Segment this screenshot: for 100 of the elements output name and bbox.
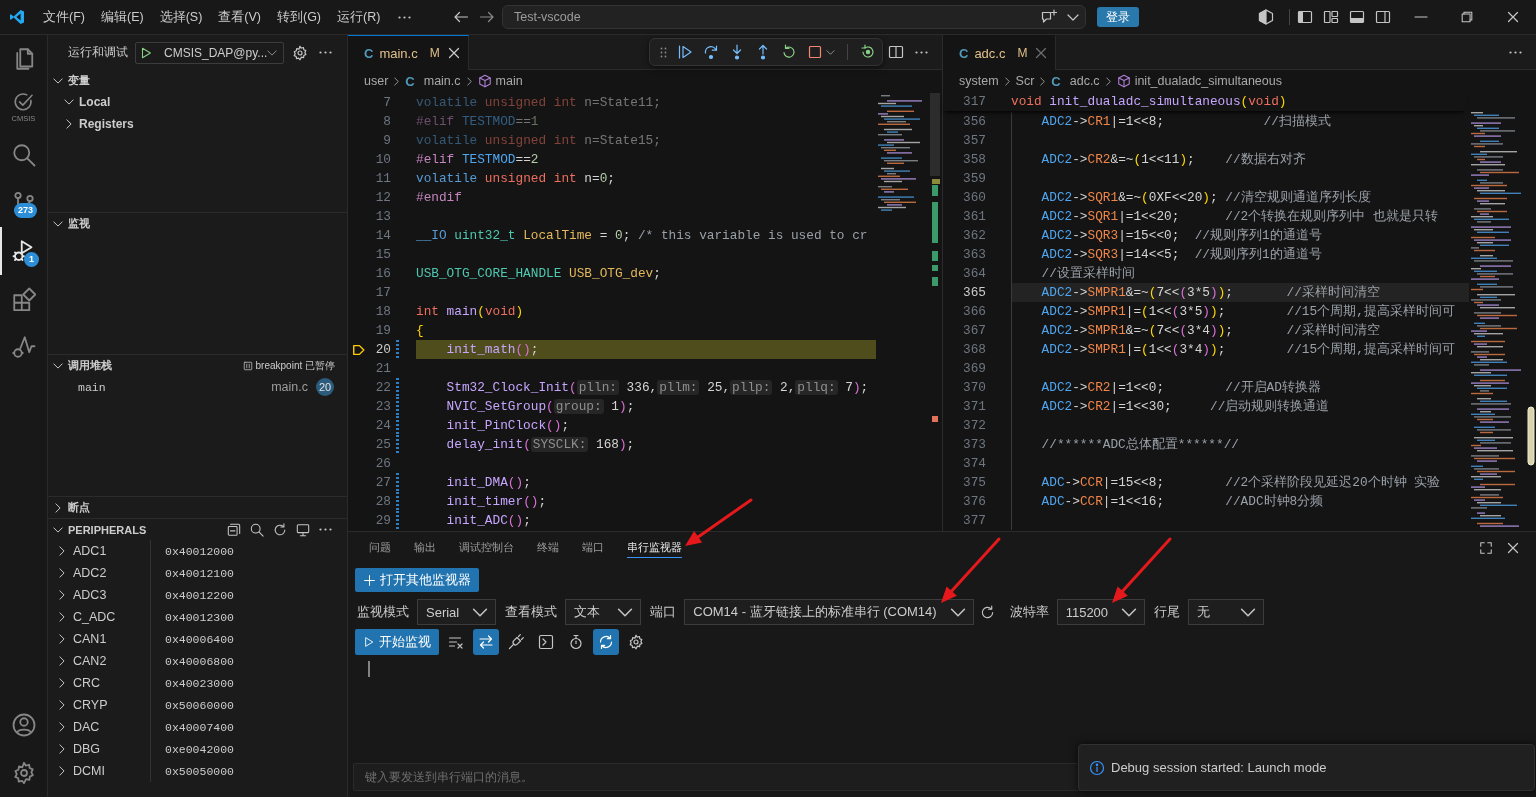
breadcrumb-item[interactable]: C main.c bbox=[405, 73, 461, 89]
command-center[interactable]: Test-vscode bbox=[502, 5, 1086, 29]
peripheral-name[interactable]: CAN1 bbox=[73, 632, 107, 646]
scrollbar-thumb[interactable] bbox=[1526, 406, 1535, 466]
chevron-right-icon[interactable] bbox=[59, 678, 65, 688]
hexagon-icon[interactable] bbox=[1258, 9, 1274, 25]
chevron-down-icon[interactable] bbox=[64, 99, 74, 105]
peripheral-name[interactable]: C_ADC bbox=[73, 610, 116, 624]
settings-icon[interactable] bbox=[11, 761, 36, 785]
collapse-icon[interactable] bbox=[227, 522, 241, 537]
chevron-right-icon[interactable] bbox=[59, 700, 65, 710]
toolbar-button[interactable] bbox=[593, 629, 619, 655]
menu-item[interactable]: 转到(G) bbox=[269, 8, 330, 26]
chevron-right-icon[interactable] bbox=[59, 744, 65, 754]
chevron-down-icon[interactable] bbox=[267, 49, 278, 56]
refresh-icon[interactable] bbox=[979, 604, 995, 620]
dropdown[interactable]: 文本 bbox=[565, 599, 642, 625]
panel-tab[interactable]: 串行监视器 bbox=[626, 538, 682, 558]
chevron-down-icon[interactable] bbox=[1067, 13, 1079, 21]
account-icon[interactable] bbox=[11, 713, 36, 737]
dropdown[interactable]: COM14 - 蓝牙链接上的标准串行 (COM14) bbox=[684, 599, 974, 625]
peripheral-name[interactable]: ADC2 bbox=[73, 566, 107, 580]
search-icon[interactable] bbox=[250, 522, 264, 537]
chat-plus-icon[interactable] bbox=[1041, 9, 1057, 25]
menu-item[interactable]: 查看(V) bbox=[210, 8, 269, 26]
arrow-right-icon[interactable] bbox=[479, 9, 495, 25]
chevron-right-icon[interactable] bbox=[55, 502, 61, 513]
dropdown[interactable]: 无 bbox=[1188, 599, 1265, 625]
peripheral-name[interactable]: DBG bbox=[73, 742, 101, 756]
arrow-left-icon[interactable] bbox=[453, 9, 469, 25]
layout-icon[interactable] bbox=[1323, 9, 1339, 25]
panel-icon[interactable] bbox=[1349, 9, 1365, 25]
more-icon[interactable] bbox=[398, 15, 412, 19]
peripheral-name[interactable]: CRC bbox=[73, 676, 101, 690]
panel-tab[interactable]: 调试控制台 bbox=[458, 538, 514, 558]
editor-tab[interactable]: C adc.c M bbox=[943, 35, 1057, 70]
chevron-right-icon[interactable] bbox=[59, 634, 65, 644]
settings-icon[interactable] bbox=[292, 44, 308, 61]
restart-frame-icon[interactable] bbox=[860, 44, 876, 60]
peripheral-name[interactable]: ADC1 bbox=[73, 544, 107, 558]
more-icon[interactable] bbox=[319, 51, 332, 54]
menu-item[interactable]: 运行(R) bbox=[329, 8, 389, 26]
start-monitoring-button[interactable]: 开始监视 bbox=[355, 629, 439, 655]
sidebar-left-icon[interactable] bbox=[1297, 9, 1313, 25]
chevron-down-icon[interactable] bbox=[53, 526, 63, 533]
chevron-right-icon[interactable] bbox=[59, 612, 65, 622]
section-title[interactable]: 断点 bbox=[68, 500, 90, 515]
chevron-right-icon[interactable] bbox=[59, 656, 65, 666]
peripheral-name[interactable]: DAC bbox=[73, 720, 100, 734]
peripheral-name[interactable]: ADC3 bbox=[73, 588, 107, 602]
section-title[interactable]: 调用堆栈 bbox=[68, 358, 112, 373]
breadcrumb-item[interactable]: C adc.c bbox=[1051, 73, 1100, 89]
stop-icon[interactable] bbox=[807, 44, 823, 60]
pulse-icon[interactable] bbox=[11, 335, 36, 359]
more-icon[interactable] bbox=[319, 528, 332, 531]
login-button[interactable]: 登录 bbox=[1097, 7, 1139, 27]
menu-item[interactable]: 编辑(E) bbox=[92, 8, 152, 26]
toolbar-button[interactable] bbox=[473, 629, 499, 655]
more-icon[interactable] bbox=[915, 50, 928, 54]
variable-scope[interactable]: Local bbox=[79, 95, 111, 109]
step-over-icon[interactable] bbox=[703, 44, 719, 60]
breadcrumb-item[interactable]: system bbox=[959, 74, 999, 88]
section-title[interactable]: 监视 bbox=[68, 216, 90, 231]
refresh-icon[interactable] bbox=[273, 522, 287, 537]
dropdown[interactable]: 115200 bbox=[1056, 599, 1146, 625]
monitor-icon[interactable] bbox=[296, 522, 310, 537]
variable-scope[interactable]: Registers bbox=[79, 117, 134, 131]
breadcrumb-item[interactable]: user bbox=[364, 74, 389, 88]
extensions-icon[interactable] bbox=[11, 287, 36, 311]
close-icon[interactable] bbox=[1505, 9, 1521, 25]
chevron-down-icon[interactable] bbox=[53, 220, 63, 227]
chevron-right-icon[interactable] bbox=[59, 722, 65, 732]
panel-tab[interactable]: 终端 bbox=[536, 538, 559, 558]
drag-handle-icon[interactable] bbox=[660, 46, 667, 58]
chevron-right-icon[interactable] bbox=[59, 766, 65, 776]
open-monitor-button[interactable]: 打开其他监视器 bbox=[355, 568, 479, 592]
breadcrumb-item[interactable]: Scr bbox=[1015, 74, 1035, 88]
close-icon[interactable] bbox=[1505, 540, 1521, 556]
chevron-right-icon[interactable] bbox=[66, 119, 72, 129]
section-title[interactable]: PERIPHERALS bbox=[68, 523, 147, 536]
chevron-right-icon[interactable] bbox=[59, 568, 65, 578]
section-title[interactable]: 变量 bbox=[68, 73, 90, 88]
more-icon[interactable] bbox=[1509, 50, 1522, 54]
chevron-down-icon[interactable] bbox=[53, 362, 63, 369]
vscode-logo-icon[interactable] bbox=[9, 9, 25, 25]
peripheral-name[interactable]: CRYP bbox=[73, 698, 108, 712]
restart-icon[interactable] bbox=[781, 44, 797, 60]
menu-item[interactable]: 文件(F) bbox=[35, 8, 93, 26]
sidebar-right-icon[interactable] bbox=[1375, 9, 1391, 25]
breadcrumb-item[interactable]: init_dualadc_simultaneous bbox=[1116, 74, 1282, 88]
restore-icon[interactable] bbox=[1460, 10, 1474, 24]
panel-tab[interactable]: 端口 bbox=[581, 538, 604, 558]
chevron-right-icon[interactable] bbox=[59, 546, 65, 556]
play-icon[interactable] bbox=[139, 45, 153, 60]
maximize-icon[interactable] bbox=[1479, 541, 1493, 555]
split-editor-icon[interactable] bbox=[888, 44, 904, 60]
peripheral-name[interactable]: CAN2 bbox=[73, 654, 107, 668]
editor-tab[interactable]: C main.c M bbox=[348, 35, 469, 70]
stack-frame-name[interactable]: main bbox=[78, 380, 106, 394]
chevron-right-icon[interactable] bbox=[59, 590, 65, 600]
